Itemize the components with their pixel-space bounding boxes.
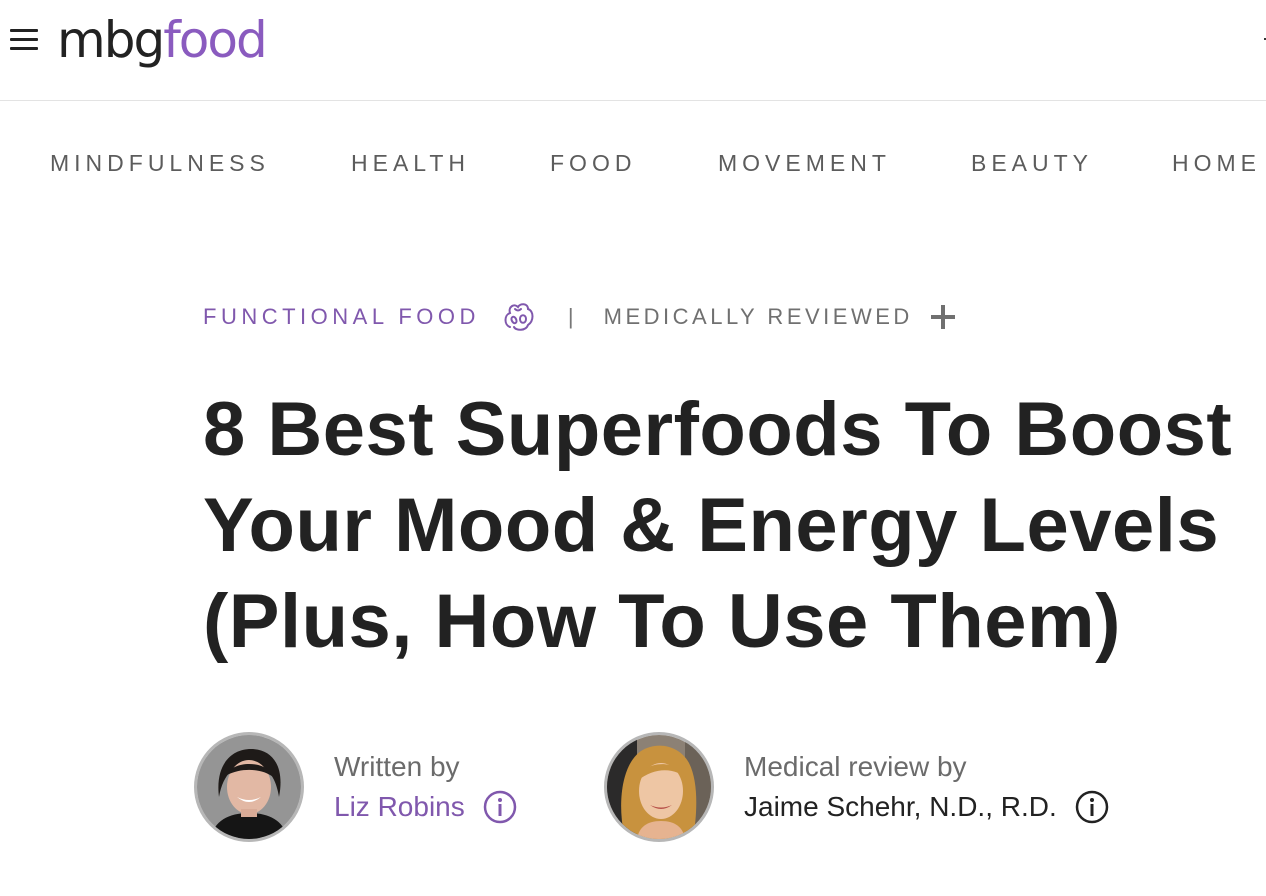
nav-item-home[interactable]: HOME (1172, 150, 1261, 177)
medical-review-label: Medical review by (744, 751, 967, 782)
author-byline: Written by Liz Robins (194, 732, 517, 842)
article-kicker: FUNCTIONAL FOOD | MEDICALLY REVIEWED (203, 300, 957, 334)
reviewer-info-icon[interactable] (1075, 790, 1109, 824)
main-nav: MINDFULNESS HEALTH FOOD MOVEMENT BEAUTY … (0, 140, 1266, 184)
reviewer-name-link[interactable]: Jaime Schehr, N.D., R.D. (744, 790, 1057, 824)
functional-food-icon (502, 301, 536, 333)
author-name-link[interactable]: Liz Robins (334, 790, 465, 824)
title-line: 8 Best Superfoods To Boost (203, 387, 1233, 472)
site-header: mbg food (0, 0, 1266, 101)
written-by-label: Written by (334, 751, 460, 782)
category-link[interactable]: FUNCTIONAL FOOD (203, 304, 480, 330)
reviewer-avatar[interactable] (604, 732, 714, 842)
title-line: (Plus, How To Use Them) (203, 579, 1121, 664)
author-avatar[interactable] (194, 732, 304, 842)
plus-icon[interactable] (929, 303, 957, 331)
nav-item-beauty[interactable]: BEAUTY (971, 150, 1093, 177)
nav-item-mindfulness[interactable]: MINDFULNESS (50, 150, 270, 177)
nav-item-health[interactable]: HEALTH (351, 150, 470, 177)
article-title: 8 Best Superfoods To Boost Your Mood & E… (203, 382, 1263, 670)
kicker-separator: | (567, 304, 574, 329)
reviewer-info: Medical review by Jaime Schehr, N.D., R.… (744, 750, 1109, 824)
author-info: Written by Liz Robins (334, 750, 517, 824)
logo-food-text: food (163, 11, 268, 69)
hamburger-menu-icon[interactable] (10, 29, 38, 51)
reviewer-byline: Medical review by Jaime Schehr, N.D., R.… (604, 732, 1109, 842)
medically-reviewed-label[interactable]: MEDICALLY REVIEWED (604, 304, 913, 330)
logo-mbg-text: mbg (57, 11, 165, 69)
site-logo[interactable]: mbg food (57, 0, 268, 80)
nav-item-movement[interactable]: MOVEMENT (718, 150, 891, 177)
nav-item-food[interactable]: FOOD (550, 150, 636, 177)
reviewer-name-row: Jaime Schehr, N.D., R.D. (744, 790, 1109, 824)
title-line: Your Mood & Energy Levels (203, 483, 1220, 568)
author-info-icon[interactable] (483, 790, 517, 824)
author-name-row: Liz Robins (334, 790, 517, 824)
